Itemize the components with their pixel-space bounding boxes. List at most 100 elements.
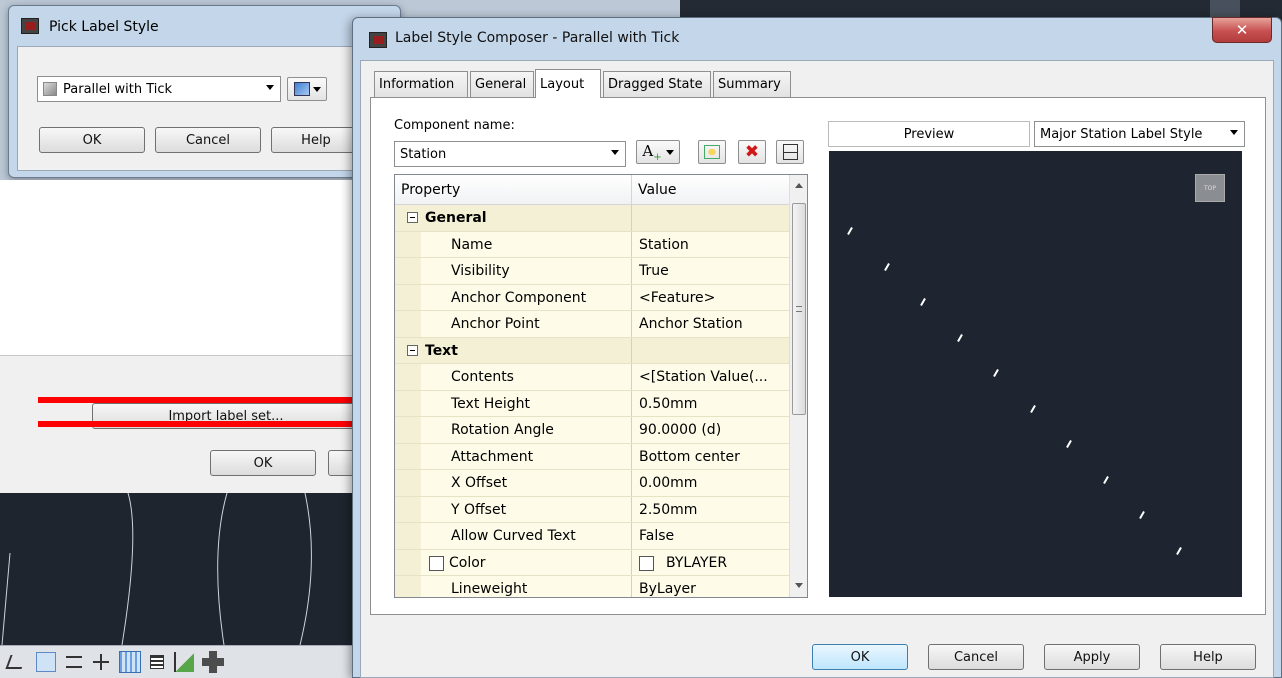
- property-row[interactable]: Allow Curved Text False: [395, 523, 789, 550]
- preview-canvas[interactable]: TOP: [829, 151, 1242, 597]
- property-row[interactable]: Anchor Component <Feature>: [395, 284, 789, 311]
- tab-information[interactable]: Information: [374, 71, 468, 97]
- composer-help-button[interactable]: Help: [1160, 644, 1256, 670]
- composer-cancel-button[interactable]: Cancel: [928, 644, 1024, 670]
- polar-tracking-icon[interactable]: [36, 652, 56, 672]
- property-row[interactable]: Rotation Angle 90.0000 (d): [395, 417, 789, 444]
- property-grid[interactable]: Property Value General Name Station Visibil…: [394, 174, 808, 598]
- row-gutter: [395, 470, 421, 496]
- property-row[interactable]: Contents <[Station Value(...: [395, 364, 789, 391]
- chevron-down-icon: [312, 86, 321, 92]
- value-cell[interactable]: Anchor Station: [632, 311, 789, 337]
- tab-general[interactable]: General: [470, 71, 534, 97]
- add-component-button[interactable]: A+: [636, 140, 680, 164]
- checkbox[interactable]: [429, 555, 444, 571]
- delete-component-button[interactable]: ✖: [738, 140, 766, 164]
- collapse-icon[interactable]: [407, 212, 418, 223]
- angle-icon[interactable]: [5, 655, 27, 669]
- property-label: Contents: [451, 369, 514, 385]
- pick-help-button[interactable]: Help: [271, 127, 361, 153]
- value-cell[interactable]: [632, 205, 789, 231]
- row-gutter: [395, 417, 421, 443]
- property-label: Anchor Component: [451, 289, 587, 306]
- component-order-icon: [782, 144, 798, 160]
- tab-layout[interactable]: Layout: [535, 69, 601, 98]
- chevron-down-icon: [1230, 130, 1238, 135]
- ortho-icon[interactable]: [66, 656, 82, 668]
- property-cell: Color: [395, 549, 632, 575]
- value-cell[interactable]: False: [632, 523, 789, 549]
- edit-style-button[interactable]: [287, 77, 327, 101]
- property-cell: Text: [395, 337, 632, 363]
- grid-header: Property Value: [395, 175, 789, 205]
- value-cell[interactable]: 90.0000 (d): [632, 417, 789, 443]
- property-row[interactable]: Color BYLAYER: [395, 549, 789, 576]
- value-cell[interactable]: <Feature>: [632, 284, 789, 310]
- label-style-dropdown[interactable]: Parallel with Tick: [37, 76, 281, 102]
- value-cell[interactable]: <[Station Value(...: [632, 364, 789, 390]
- pick-ok-button[interactable]: OK: [39, 127, 145, 153]
- station-tick-mark: [1102, 475, 1109, 484]
- value-cell[interactable]: Bottom center: [632, 443, 789, 469]
- property-cell: Attachment: [395, 443, 632, 469]
- transparency-icon[interactable]: [174, 652, 194, 672]
- scroll-up-arrow-icon[interactable]: [795, 183, 803, 188]
- tab-summary[interactable]: Summary: [713, 71, 791, 97]
- value-cell[interactable]: 0.50mm: [632, 390, 789, 416]
- category-row[interactable]: Text: [395, 337, 789, 364]
- pick-dialog-title: Pick Label Style: [49, 19, 159, 35]
- lineweight-icon[interactable]: [150, 655, 164, 669]
- value-cell[interactable]: ByLayer: [632, 576, 789, 597]
- chevron-down-icon: [611, 150, 619, 155]
- composer-ok-button[interactable]: OK: [812, 644, 908, 670]
- behind-ok-button[interactable]: OK: [210, 450, 316, 476]
- property-row[interactable]: Y Offset 2.50mm: [395, 496, 789, 523]
- value-cell[interactable]: [632, 337, 789, 363]
- viewcube-top[interactable]: TOP: [1195, 174, 1225, 202]
- property-row[interactable]: Text Height 0.50mm: [395, 390, 789, 417]
- row-gutter: [395, 576, 421, 597]
- close-button[interactable]: ✕: [1212, 17, 1272, 43]
- value-cell[interactable]: BYLAYER: [632, 549, 789, 575]
- station-tick-mark: [920, 298, 926, 306]
- value-cell[interactable]: True: [632, 258, 789, 284]
- property-label: Y Offset: [451, 501, 507, 518]
- property-label: Color: [449, 554, 486, 571]
- close-icon: ✕: [1235, 21, 1249, 39]
- component-name-dropdown[interactable]: Station: [394, 141, 626, 167]
- property-value: <[Station Value(...: [639, 369, 768, 385]
- property-row[interactable]: Attachment Bottom center: [395, 443, 789, 470]
- value-cell[interactable]: 2.50mm: [632, 496, 789, 522]
- component-name-label: Component name:: [394, 118, 515, 133]
- copy-component-button[interactable]: [698, 140, 726, 164]
- component-order-button[interactable]: [776, 140, 804, 164]
- property-row[interactable]: Anchor Point Anchor Station: [395, 311, 789, 338]
- grid-scrollbar[interactable]: [789, 175, 807, 597]
- preview-style-dropdown[interactable]: Major Station Label Style: [1034, 121, 1245, 147]
- property-row[interactable]: Name Station: [395, 231, 789, 258]
- selection-cycling-icon[interactable]: [202, 651, 224, 673]
- property-label: Rotation Angle: [451, 422, 554, 438]
- property-cell: Anchor Component: [395, 284, 632, 310]
- row-gutter: [395, 523, 421, 549]
- composer-apply-button[interactable]: Apply: [1044, 644, 1140, 670]
- property-value: 0.00mm: [639, 475, 698, 491]
- value-cell[interactable]: Station: [632, 231, 789, 257]
- color-swatch: [639, 555, 654, 571]
- property-cell: Text Height: [395, 390, 632, 416]
- pick-cancel-button[interactable]: Cancel: [155, 127, 261, 153]
- edit-pencil-icon: [293, 82, 310, 96]
- property-label: Allow Curved Text: [451, 528, 576, 544]
- crosshair-icon[interactable]: [93, 654, 109, 670]
- grid-display-icon[interactable]: [119, 651, 141, 673]
- value-cell[interactable]: 0.00mm: [632, 470, 789, 496]
- property-row[interactable]: Visibility True: [395, 258, 789, 285]
- category-row[interactable]: General: [395, 205, 789, 232]
- collapse-icon[interactable]: [407, 344, 418, 356]
- tab-dragged-state[interactable]: Dragged State: [603, 71, 711, 97]
- property-row[interactable]: Lineweight ByLayer: [395, 576, 789, 597]
- property-cell: Contents: [395, 364, 632, 390]
- scroll-down-arrow-icon[interactable]: [795, 583, 803, 588]
- property-row[interactable]: X Offset 0.00mm: [395, 470, 789, 497]
- property-cell: Y Offset: [395, 496, 632, 522]
